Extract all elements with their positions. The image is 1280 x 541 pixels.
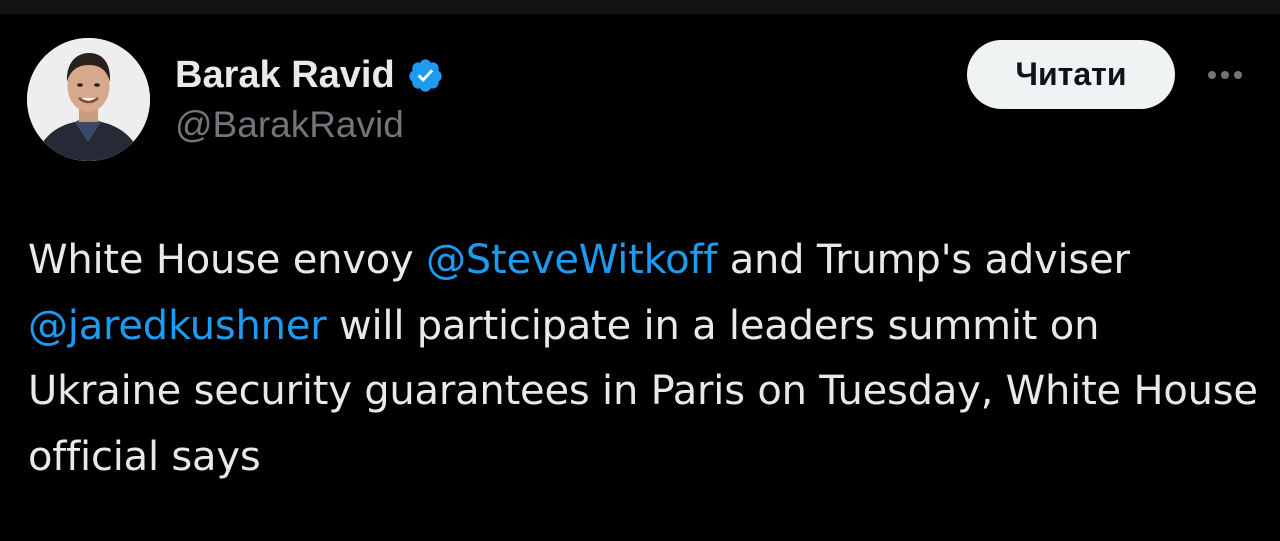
verified-badge-icon[interactable] [407, 57, 444, 94]
tweet-card[interactable]: Barak Ravid @BarakRavid Читати White Hou… [0, 14, 1280, 541]
top-divider [0, 0, 1280, 14]
avatar[interactable] [27, 38, 150, 161]
author-name-row[interactable]: Barak Ravid [175, 54, 444, 97]
tweet-text-segment: and Trump's adviser [717, 237, 1130, 283]
follow-button[interactable]: Читати [967, 40, 1175, 109]
avatar-photo-icon [27, 38, 150, 161]
mention-link-jaredkushner[interactable]: @jaredkushner [28, 303, 327, 349]
author-display-name[interactable]: Barak Ravid [175, 54, 395, 97]
mention-link-stevewitkoff[interactable]: @SteveWitkoff [426, 237, 717, 283]
more-dots-icon[interactable] [1200, 64, 1250, 86]
tweet-text: White House envoy @SteveWitkoff and Trum… [28, 228, 1258, 490]
author-handle[interactable]: @BarakRavid [175, 104, 404, 146]
tweet-text-segment: White House envoy [28, 237, 426, 283]
